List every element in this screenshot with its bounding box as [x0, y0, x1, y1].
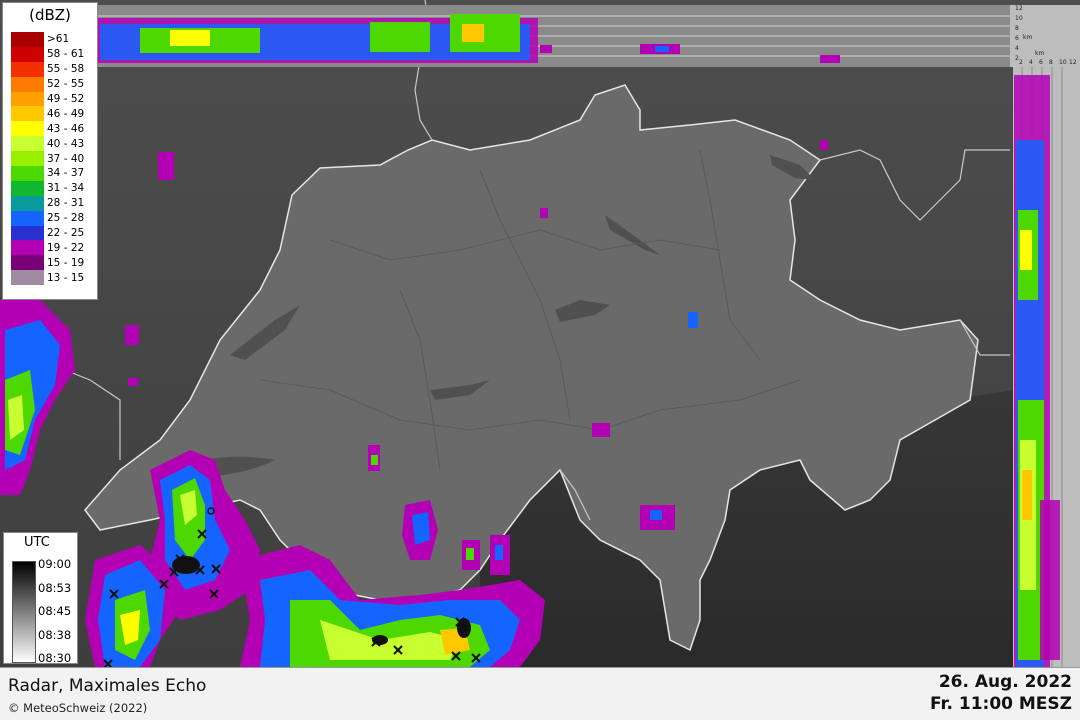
legend-row: 31 - 34 [11, 180, 97, 196]
legend-row: >61 [11, 32, 97, 47]
legend-label: 46 - 49 [47, 107, 85, 120]
legend-row: 13 - 15 [11, 270, 97, 286]
legend-label: 15 - 19 [47, 256, 85, 269]
legend-label: 52 - 55 [47, 78, 85, 91]
axis-tick: 2 [1019, 59, 1023, 66]
legend-row: 43 - 46 [11, 121, 97, 137]
utc-tick: 08:38 [38, 628, 72, 642]
axis-tick: 10 [1015, 15, 1023, 22]
legend-row: 49 - 52 [11, 91, 97, 107]
product-title: Radar, Maximales Echo [8, 676, 207, 696]
color-swatch [11, 46, 44, 62]
axis-unit: km [1035, 50, 1045, 57]
legend-row: 34 - 37 [11, 166, 97, 181]
color-swatch [11, 121, 44, 137]
axis-tick: 8 [1015, 25, 1019, 32]
color-swatch [11, 106, 44, 122]
color-swatch [11, 225, 44, 241]
axis-tick: 4 [1029, 59, 1033, 66]
legend-row: 25 - 28 [11, 210, 97, 226]
legend-row: 40 - 43 [11, 136, 97, 152]
color-swatch [11, 210, 44, 226]
legend-row: 15 - 19 [11, 255, 97, 271]
axis-tick: 6 [1039, 59, 1043, 66]
dbz-legend: (dBZ) >61 58 - 61 55 - 58 52 - 55 49 - 52 46 … [2, 2, 98, 300]
legend-label: 22 - 25 [47, 227, 85, 240]
legend-label: 40 - 43 [47, 137, 85, 150]
legend-unit: (dBZ) [29, 6, 71, 24]
legend-label: 55 - 58 [47, 63, 85, 76]
color-swatch [11, 180, 44, 196]
utc-title: UTC [24, 535, 50, 550]
legend-row: 46 - 49 [11, 106, 97, 122]
legend-label: >61 [47, 33, 70, 46]
legend-label: 34 - 37 [47, 167, 85, 180]
axis-tick: 8 [1049, 59, 1053, 66]
legend-label: 13 - 15 [47, 271, 85, 284]
color-swatch [11, 195, 44, 211]
utc-tick: 08:45 [38, 604, 72, 618]
legend-row: 58 - 61 [11, 46, 97, 62]
legend-row: 55 - 58 [11, 61, 97, 77]
legend-row: 52 - 55 [11, 76, 97, 92]
legend-row: 28 - 31 [11, 195, 97, 211]
axis-tick: 12 [1015, 5, 1023, 12]
color-swatch [11, 136, 44, 152]
axis-unit: km [1023, 34, 1033, 41]
legend-label: 58 - 61 [47, 48, 85, 61]
footer-bar: Radar, Maximales Echo © MeteoSchweiz (20… [0, 667, 1080, 720]
color-swatch [11, 240, 44, 256]
color-swatch [11, 32, 44, 47]
utc-tick: 08:53 [38, 581, 72, 595]
axis-tick: 10 [1059, 59, 1067, 66]
legend-rows: >61 58 - 61 55 - 58 52 - 55 49 - 52 46 - 49 43… [3, 32, 97, 286]
legend-row: 37 - 40 [11, 151, 97, 167]
top-profile-strip [98, 5, 1080, 67]
utc-tick: 09:00 [38, 557, 72, 571]
color-swatch [11, 255, 44, 271]
right-profile-axis: km 2 4 6 8 10 12 [1013, 50, 1080, 66]
legend-label: 19 - 22 [47, 241, 85, 254]
color-swatch [11, 151, 44, 167]
utc-tick: 08:30 [38, 651, 72, 665]
radar-map[interactable] [0, 0, 1080, 667]
color-swatch [11, 270, 44, 286]
time-label: Fr. 11:00 MESZ [930, 694, 1072, 714]
utc-gradient [12, 561, 36, 663]
copyright: © MeteoSchweiz (2022) [8, 701, 148, 715]
legend-label: 37 - 40 [47, 152, 85, 165]
date-label: 26. Aug. 2022 [938, 672, 1072, 692]
color-swatch [11, 61, 44, 77]
utc-legend: UTC 09:00 08:53 08:45 08:38 08:30 [3, 532, 78, 665]
right-profile-strip [1013, 67, 1080, 667]
axis-tick: 12 [1069, 59, 1077, 66]
color-swatch [11, 91, 44, 107]
legend-label: 43 - 46 [47, 122, 85, 135]
color-swatch [11, 166, 44, 181]
legend-label: 49 - 52 [47, 93, 85, 105]
axis-tick: 6 [1015, 35, 1019, 42]
legend-label: 25 - 28 [47, 212, 85, 225]
legend-row: 22 - 25 [11, 225, 97, 241]
legend-row: 19 - 22 [11, 240, 97, 256]
color-swatch [11, 76, 44, 92]
legend-label: 28 - 31 [47, 197, 85, 210]
legend-label: 31 - 34 [47, 182, 85, 195]
